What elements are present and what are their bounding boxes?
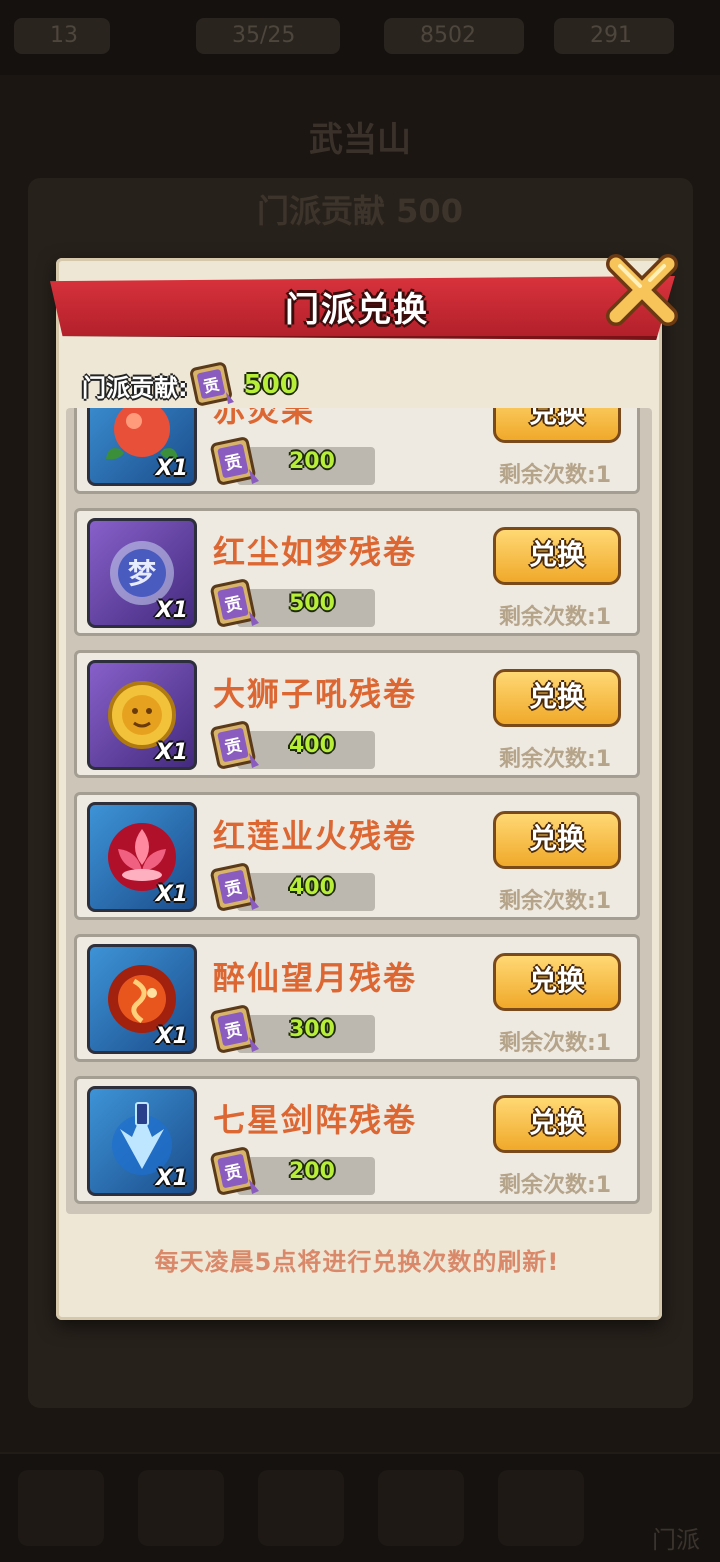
nav-label-sect: 门派 <box>652 1526 700 1554</box>
token-icon: 贡 <box>207 1003 263 1059</box>
background-bottom-nav <box>0 1452 720 1562</box>
list-item: X1 醉仙望月残卷 贡 300 兑换 剩余次数:1 <box>74 934 640 1062</box>
item-cost: 200 <box>289 449 335 474</box>
contribution-label: 门派贡献: <box>82 373 188 402</box>
nav-item-4 <box>378 1470 464 1546</box>
item-name: 红莲业火残卷 <box>213 817 418 855</box>
exchange-button[interactable]: 兑换 <box>493 408 621 443</box>
list-item: X1 红莲业火残卷 贡 400 兑换 剩余次数:1 <box>74 792 640 920</box>
dialog-title: 门派兑换 <box>285 290 429 330</box>
background-subtitle: 门派贡献 500 <box>257 192 463 230</box>
svg-text:梦: 梦 <box>128 557 157 590</box>
exchange-button[interactable]: 兑换 <box>493 811 621 869</box>
item-quantity: X1 <box>155 598 188 623</box>
exchange-button[interactable]: 兑换 <box>493 953 621 1011</box>
background-title: 武当山 <box>309 120 411 160</box>
remaining-count: 剩余次数:1 <box>499 1031 612 1056</box>
item-quantity: X1 <box>155 1024 188 1049</box>
item-name: 红尘如梦残卷 <box>213 533 418 571</box>
item-quantity: X1 <box>155 1166 188 1191</box>
sect-exchange-dialog: 门派兑换 门派贡献: 贡 500 X1 赤炎果 贡 200 兑换 剩余次数:1 … <box>50 254 678 1320</box>
item-name: 大狮子吼残卷 <box>213 675 418 713</box>
item-name: 赤炎果 <box>213 408 316 429</box>
contribution-value: 500 <box>243 370 298 400</box>
background-stamina: 35/25 <box>196 18 340 54</box>
close-icon <box>606 254 678 326</box>
sword-burst-icon: X1 <box>87 1086 197 1196</box>
exchange-list[interactable]: X1 赤炎果 贡 200 兑换 剩余次数:1 梦 X1 红尘如梦残卷 贡 500… <box>66 408 652 1214</box>
list-item: X1 七星剑阵残卷 贡 200 兑换 剩余次数:1 <box>74 1076 640 1204</box>
fire-orb-icon: X1 <box>87 944 197 1054</box>
token-icon: 贡 <box>207 435 263 491</box>
remaining-count: 剩余次数:1 <box>499 463 612 488</box>
item-cost: 400 <box>289 733 335 758</box>
lion-medallion-icon: X1 <box>87 660 197 770</box>
background-gold: 8502 <box>384 18 524 54</box>
item-quantity: X1 <box>155 740 188 765</box>
token-icon: 贡 <box>207 577 263 633</box>
lotus-icon: X1 <box>87 802 197 912</box>
list-item: X1 赤炎果 贡 200 兑换 剩余次数:1 <box>74 408 640 494</box>
remaining-count: 剩余次数:1 <box>499 1173 612 1198</box>
token-icon: 贡 <box>207 719 263 775</box>
dream-orb-icon: 梦 X1 <box>87 518 197 628</box>
list-item: 梦 X1 红尘如梦残卷 贡 500 兑换 剩余次数:1 <box>74 508 640 636</box>
nav-item-1 <box>18 1470 104 1546</box>
item-cost: 400 <box>289 875 335 900</box>
exchange-button[interactable]: 兑换 <box>493 669 621 727</box>
item-quantity: X1 <box>155 456 188 481</box>
nav-item-3 <box>258 1470 344 1546</box>
remaining-count: 剩余次数:1 <box>499 747 612 772</box>
token-icon: 贡 <box>207 861 263 917</box>
item-name: 七星剑阵残卷 <box>213 1101 418 1139</box>
background-level: 13 <box>14 18 110 54</box>
exchange-button[interactable]: 兑换 <box>493 527 621 585</box>
token-icon: 贡 <box>207 1145 263 1201</box>
contribution-row: 门派贡献: 贡 500 <box>82 362 298 408</box>
remaining-count: 剩余次数:1 <box>499 889 612 914</box>
background-gems: 291 <box>554 18 674 54</box>
item-cost: 200 <box>289 1159 335 1184</box>
contribution-token-icon: 贡 <box>188 362 238 408</box>
exchange-button[interactable]: 兑换 <box>493 1095 621 1153</box>
item-quantity: X1 <box>155 882 188 907</box>
remaining-count: 剩余次数:1 <box>499 605 612 630</box>
fruit-icon: X1 <box>87 408 197 486</box>
item-cost: 500 <box>289 591 335 616</box>
refresh-note: 每天凌晨5点将进行兑换次数的刷新! <box>154 1248 560 1276</box>
close-button[interactable] <box>600 248 684 332</box>
item-cost: 300 <box>289 1017 335 1042</box>
nav-item-5 <box>498 1470 584 1546</box>
list-item: X1 大狮子吼残卷 贡 400 兑换 剩余次数:1 <box>74 650 640 778</box>
nav-item-2 <box>138 1470 224 1546</box>
item-name: 醉仙望月残卷 <box>213 959 418 997</box>
